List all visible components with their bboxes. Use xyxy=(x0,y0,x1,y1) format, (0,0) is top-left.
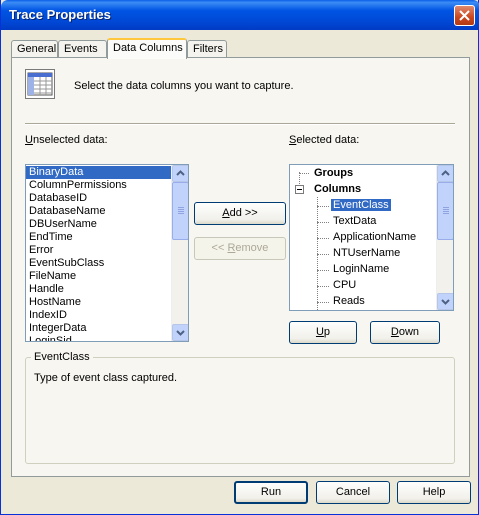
list-item[interactable]: FileName xyxy=(26,270,188,283)
list-item[interactable]: HostName xyxy=(26,296,188,309)
instruction-text: Select the data columns you want to capt… xyxy=(74,80,294,92)
scroll-thumb[interactable] xyxy=(437,182,453,240)
cancel-button[interactable]: Cancel xyxy=(316,481,390,504)
unselected-scrollbar[interactable] xyxy=(171,165,188,341)
list-item[interactable]: IntegerData xyxy=(26,322,188,335)
list-item[interactable]: DatabaseName xyxy=(26,205,188,218)
scroll-down-arrow-icon[interactable] xyxy=(437,293,453,310)
tree-node-column[interactable]: LoginName xyxy=(333,263,389,275)
selected-data-tree[interactable]: Groups Columns EventClass TextData Applica… xyxy=(289,164,454,311)
list-item[interactable]: DatabaseID xyxy=(26,192,188,205)
list-item[interactable]: LoginSid xyxy=(26,335,188,341)
selected-scrollbar[interactable] xyxy=(436,165,453,310)
window-title: Trace Properties xyxy=(9,7,111,22)
run-button[interactable]: Run xyxy=(234,481,308,504)
tab-data-columns[interactable]: Data Columns xyxy=(107,38,187,59)
selected-data-label: Selected data: xyxy=(289,134,360,146)
tree-node-groups[interactable]: Groups xyxy=(314,167,353,179)
scroll-thumb[interactable] xyxy=(172,182,188,240)
list-item[interactable]: Handle xyxy=(26,283,188,296)
tab-general-label: General xyxy=(17,43,57,55)
tree-node-column[interactable]: EventClass xyxy=(331,199,391,211)
remove-button[interactable]: << Remove xyxy=(194,237,286,260)
help-button[interactable]: Help xyxy=(397,481,471,504)
close-icon xyxy=(459,10,470,21)
tree-node-column[interactable]: TextData xyxy=(333,215,376,227)
scroll-up-arrow-icon[interactable] xyxy=(437,165,453,182)
add-button[interactable]: Add >> xyxy=(194,202,286,225)
list-item[interactable]: IndexID xyxy=(26,309,188,322)
list-item[interactable]: Error xyxy=(26,244,188,257)
tree-node-column[interactable]: CPU xyxy=(333,279,356,291)
data-columns-grid-icon xyxy=(25,69,55,99)
list-item[interactable]: EndTime xyxy=(26,231,188,244)
tab-filters-label: Filters xyxy=(193,43,223,55)
description-text: Type of event class captured. xyxy=(34,372,178,384)
tab-filters[interactable]: Filters xyxy=(187,40,227,58)
tree-node-column[interactable]: Reads xyxy=(333,295,365,307)
list-item[interactable]: BinaryData xyxy=(26,166,188,179)
tab-events[interactable]: Events xyxy=(58,40,107,58)
tree-node-column[interactable]: NTUserName xyxy=(333,247,400,259)
unselected-data-label: Unselected data: xyxy=(25,134,108,146)
trace-properties-dialog: Trace Properties General Events Data Col… xyxy=(0,0,479,515)
tab-events-label: Events xyxy=(64,43,98,55)
tree-node-column[interactable]: ApplicationName xyxy=(333,231,416,243)
list-item[interactable]: ColumnPermissions xyxy=(26,179,188,192)
close-button[interactable] xyxy=(454,5,475,26)
header-divider xyxy=(25,123,455,125)
description-title: EventClass xyxy=(31,351,93,363)
scroll-up-arrow-icon[interactable] xyxy=(172,165,188,182)
tree-node-columns[interactable]: Columns xyxy=(314,183,361,195)
scroll-down-arrow-icon[interactable] xyxy=(172,324,188,341)
title-bar[interactable]: Trace Properties xyxy=(1,0,479,30)
list-item[interactable]: DBUserName xyxy=(26,218,188,231)
unselected-data-list[interactable]: BinaryData ColumnPermissions DatabaseID Dat… xyxy=(25,164,189,342)
tab-general[interactable]: General xyxy=(11,40,58,58)
list-item[interactable]: EventSubClass xyxy=(26,257,188,270)
up-button[interactable]: Up xyxy=(289,321,357,344)
down-button[interactable]: Down xyxy=(370,321,440,344)
tab-data-columns-label: Data Columns xyxy=(113,42,183,54)
tree-collapse-icon[interactable] xyxy=(295,185,304,194)
